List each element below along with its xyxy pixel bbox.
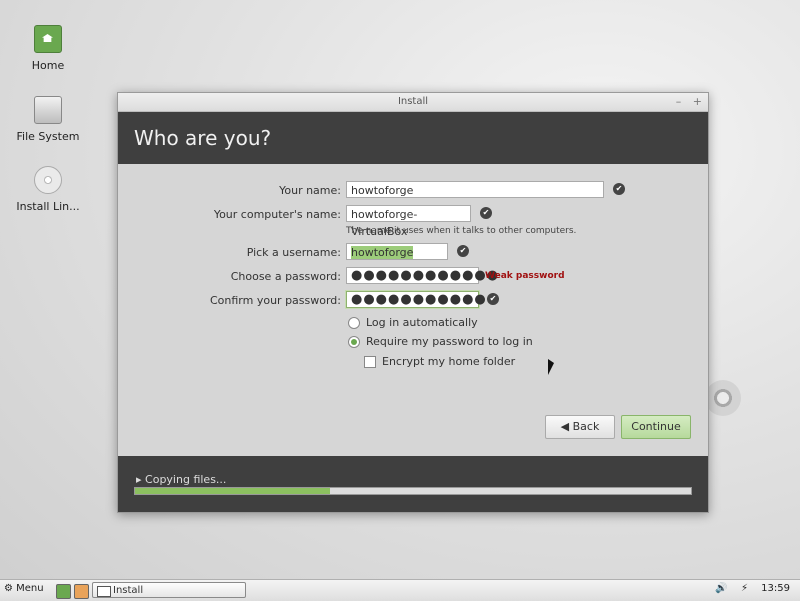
taskbar: ⚙ Menu Install 🔊 ⚡ 13:59	[0, 579, 800, 601]
computer-name-label: Your computer's name:	[213, 208, 341, 221]
login-auto-label: Log in automatically	[366, 316, 478, 329]
progress-label: Copying files...	[145, 473, 227, 486]
check-icon: ✔	[487, 293, 499, 305]
row-confirm-password: Confirm your password: ●●●●●●●●●●●● ✔	[118, 291, 708, 311]
radio-button-selected[interactable]	[348, 336, 360, 348]
window-icon	[97, 586, 111, 597]
checkbox[interactable]	[364, 356, 376, 368]
check-icon: ✔	[480, 207, 492, 219]
computer-name-input[interactable]: howtoforge-VirtualBox	[346, 205, 471, 238]
username-label: Pick a username:	[246, 246, 341, 259]
task-label: Install	[113, 585, 144, 596]
row-password: Choose a password: ●●●●●●●●●●●● Weak pas…	[118, 267, 708, 287]
encrypt-home-label: Encrypt my home folder	[382, 355, 516, 368]
require-password-label: Require my password to log in	[366, 335, 533, 348]
password-input[interactable]: ●●●●●●●●●●●●	[346, 267, 498, 284]
your-name-label: Your name:	[279, 184, 341, 197]
continue-button[interactable]: Continue	[621, 415, 691, 439]
check-icon: ✔	[613, 183, 625, 195]
desktop-icon-home[interactable]: Home	[13, 25, 83, 72]
volume-icon[interactable]: 🔊	[715, 583, 727, 594]
confirm-password-input[interactable]: ●●●●●●●●●●●●	[346, 291, 498, 308]
desktop-icon-label: File System	[16, 130, 80, 143]
desktop-icon-label: Home	[31, 59, 65, 72]
confirm-password-label: Confirm your password:	[209, 294, 341, 307]
password-label: Choose a password:	[230, 270, 341, 283]
computer-name-hint: The name it uses when it talks to other …	[346, 226, 577, 236]
gear-icon: ⚙	[4, 583, 13, 594]
desktop-icon-install[interactable]: Install Lin...	[13, 166, 83, 213]
window-titlebar[interactable]: Install – +	[118, 93, 708, 112]
row-computer-name: Your computer's name: howtoforge-Virtual…	[118, 205, 708, 238]
network-icon[interactable]: ⚡	[741, 583, 748, 594]
progress-expander[interactable]: ▸ Copying files...	[136, 473, 226, 486]
menu-label: Menu	[16, 583, 44, 594]
radio-button[interactable]	[348, 317, 360, 329]
row-your-name: Your name: howtoforge ✔	[118, 181, 708, 201]
progress-fill	[135, 488, 330, 494]
home-folder-icon	[34, 25, 62, 53]
your-name-input[interactable]: howtoforge	[346, 181, 604, 198]
encrypt-home-option[interactable]: Encrypt my home folder	[364, 355, 515, 371]
expander-arrow-icon: ▸	[136, 473, 142, 486]
require-password-option[interactable]: Require my password to log in	[348, 335, 533, 351]
disc-icon	[34, 166, 62, 194]
menu-button[interactable]: ⚙ Menu	[4, 583, 44, 594]
form-area: Your name: howtoforge ✔ Your computer's …	[118, 164, 708, 456]
system-tray: 🔊 ⚡ 13:59	[705, 583, 790, 594]
back-button-label: Back	[572, 420, 600, 433]
desktop-disc-decoration	[705, 380, 741, 416]
installer-window: Install – + Who are you? Your name: howt…	[117, 92, 709, 513]
back-button[interactable]: ◀ Back	[545, 415, 615, 439]
desktop-icon-filesystem[interactable]: File System	[13, 96, 83, 143]
terminal-launcher-icon[interactable]	[74, 584, 89, 599]
back-arrow-icon: ◀	[560, 420, 570, 433]
progress-footer: ▸ Copying files...	[118, 456, 708, 512]
clock[interactable]: 13:59	[761, 583, 790, 594]
page-title: Who are you?	[118, 112, 708, 164]
continue-button-label: Continue	[631, 420, 681, 433]
progress-bar	[134, 487, 692, 495]
row-username: Pick a username: howtoforge ✔	[118, 243, 708, 263]
username-value: howtoforge	[351, 246, 414, 259]
drive-icon	[34, 96, 62, 124]
maximize-icon[interactable]: +	[693, 95, 702, 108]
window-title: Install	[397, 96, 429, 107]
taskbar-window-install[interactable]: Install	[92, 582, 246, 598]
show-desktop-icon[interactable]	[56, 584, 71, 599]
password-strength: Weak password	[485, 271, 565, 281]
check-icon: ✔	[457, 245, 469, 257]
desktop-icon-label: Install Lin...	[16, 200, 80, 213]
login-auto-option[interactable]: Log in automatically	[348, 316, 478, 332]
minimize-icon[interactable]: –	[676, 95, 682, 108]
mouse-pointer-icon	[548, 359, 554, 375]
username-input[interactable]: howtoforge	[346, 243, 448, 260]
